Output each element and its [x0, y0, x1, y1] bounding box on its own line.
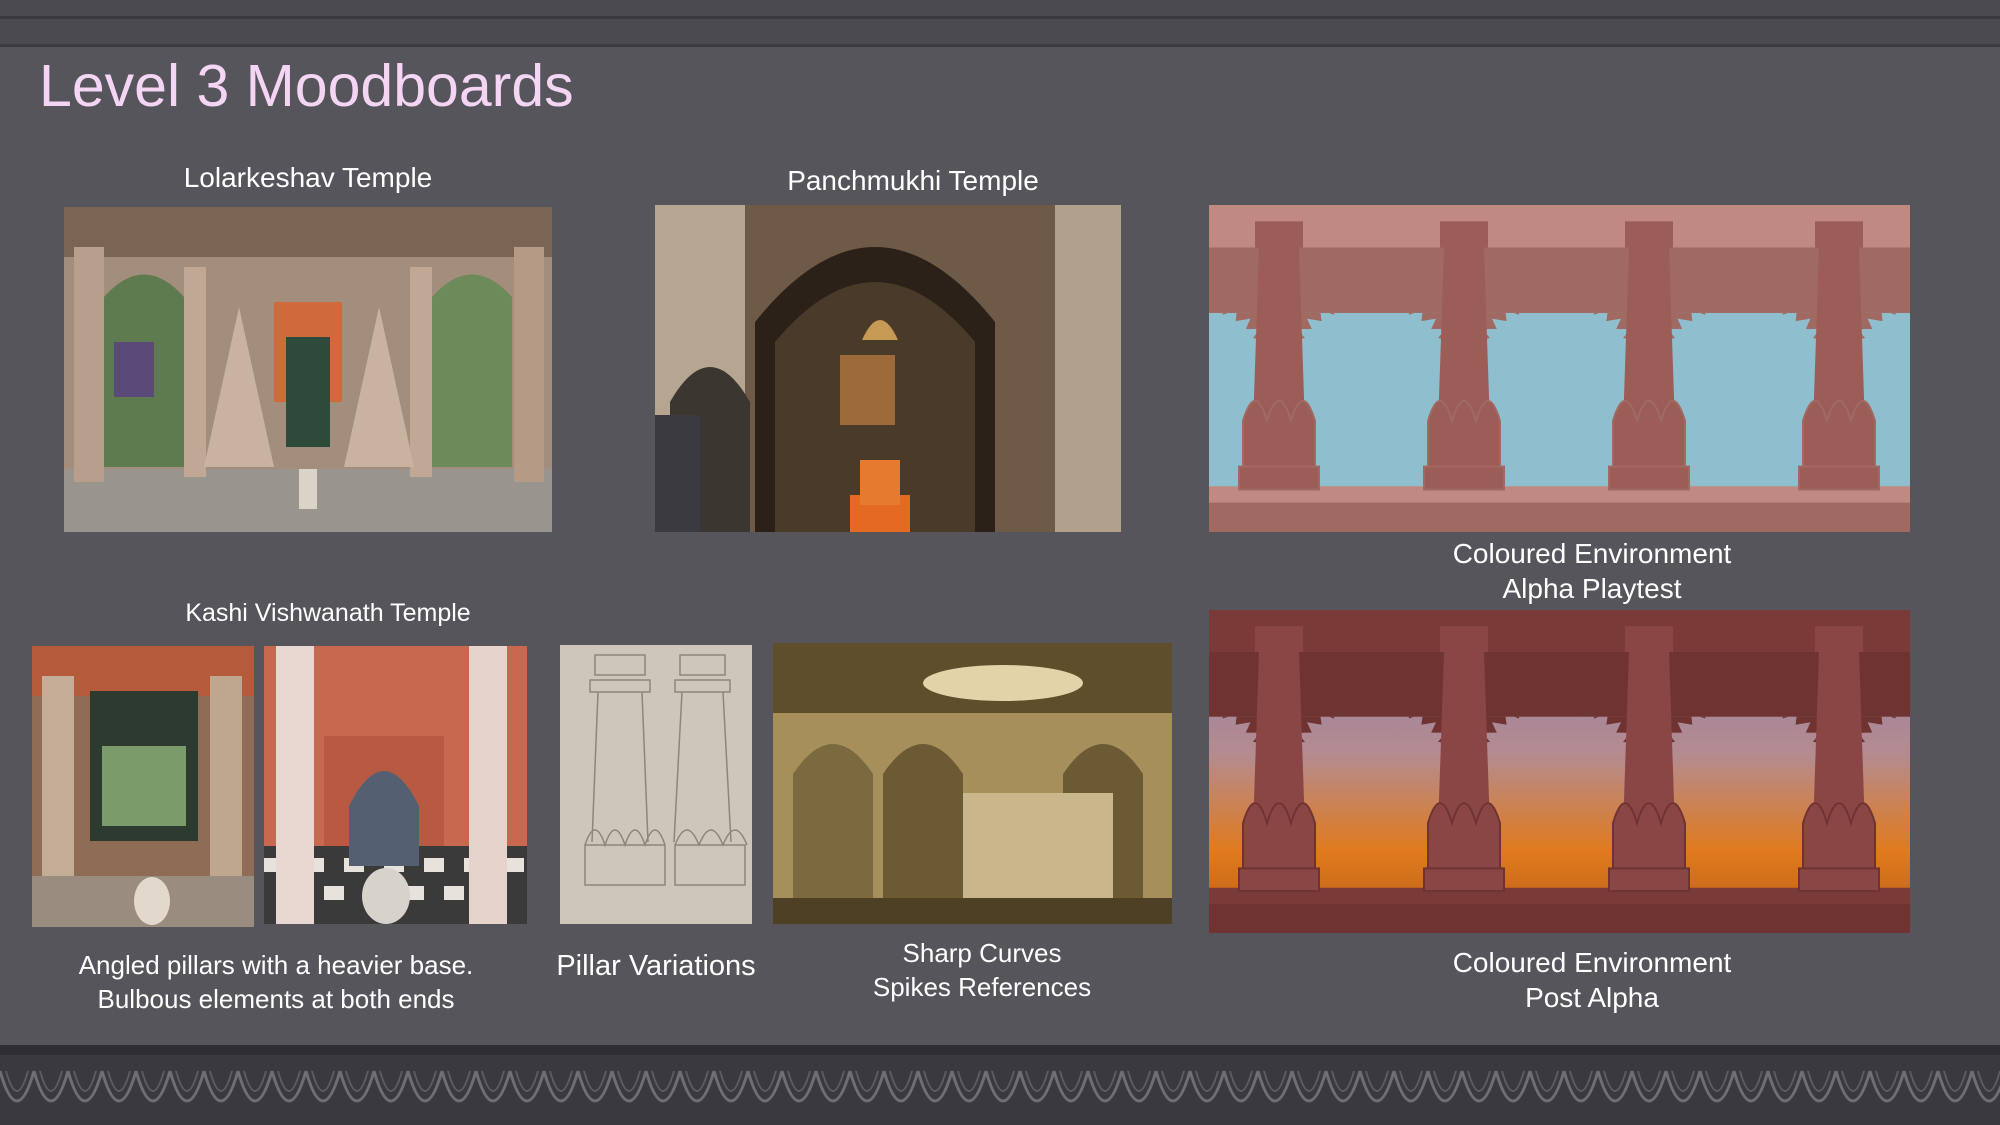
coloured-environment-post-alpha-render: [1209, 610, 1910, 933]
top-decorative-border: [0, 0, 2000, 47]
kashi-vishwanath-photo-right: [264, 646, 527, 924]
caption-alpha-line1: Coloured Environment: [1452, 538, 1732, 569]
caption-alpha-line2: Alpha Playtest: [1502, 573, 1682, 604]
caption-post-line2: Post Alpha: [1525, 982, 1659, 1013]
caption-pillar-variations: Pillar Variations: [556, 950, 756, 982]
bottom-decorative-border: [0, 1045, 2000, 1125]
caption-angled-line1: Angled pillars with a heavier base.: [78, 950, 474, 980]
lolarkeshav-temple-photo: [64, 207, 552, 532]
caption-post-line1: Coloured Environment: [1452, 947, 1732, 978]
pillar-variations-sketch: [560, 645, 752, 924]
slide-title: Level 3 Moodboards: [39, 53, 574, 119]
caption-sharp-line2: Spikes References: [872, 972, 1092, 1002]
caption-kashi: Kashi Vishwanath Temple: [185, 599, 471, 627]
panchmukhi-temple-photo: [655, 205, 1121, 532]
caption-sharp-line1: Sharp Curves: [902, 938, 1062, 968]
caption-angled-line2: Bulbous elements at both ends: [97, 984, 455, 1014]
kashi-vishwanath-photo-left: [32, 646, 254, 927]
sharp-curves-reference-photo: [773, 643, 1172, 924]
caption-panchmukhi: Panchmukhi Temple: [787, 165, 1039, 196]
coloured-environment-alpha-render: [1209, 205, 1910, 532]
caption-lolarkeshav: Lolarkeshav Temple: [183, 162, 433, 193]
